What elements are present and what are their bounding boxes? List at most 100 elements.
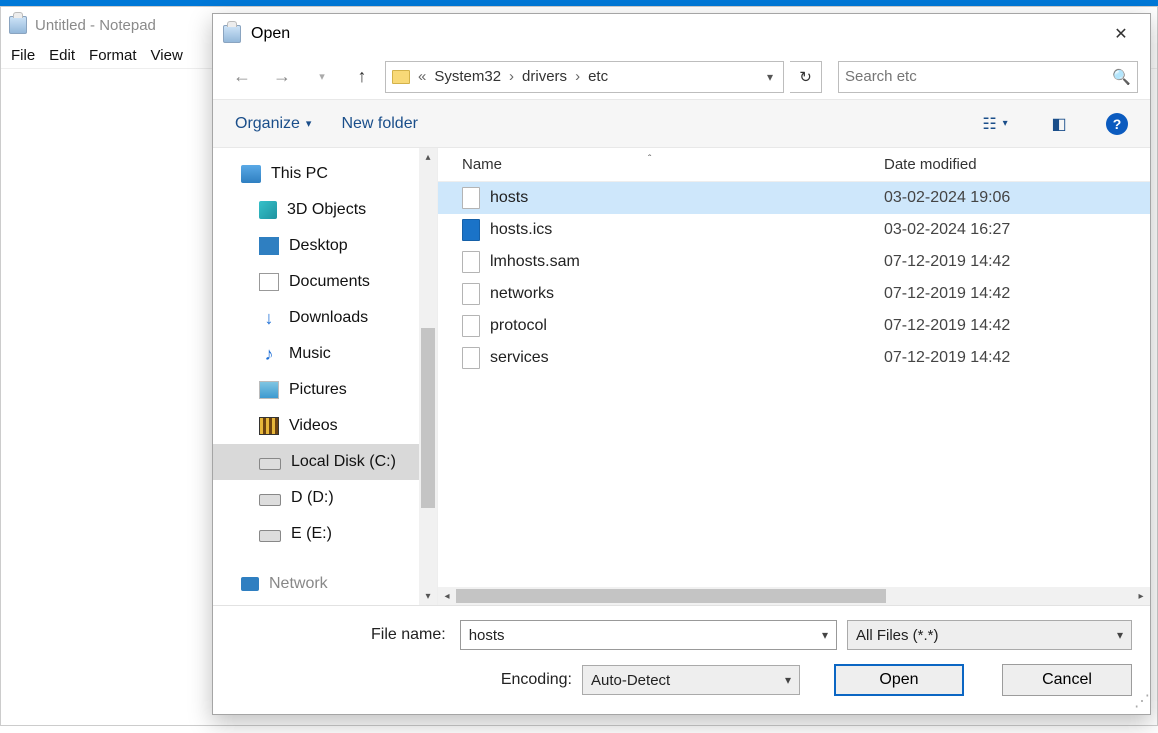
organize-button[interactable]: Organize ▾ xyxy=(235,115,311,133)
chevron-down-icon: ▾ xyxy=(319,70,325,83)
scroll-down-icon[interactable]: ▾ xyxy=(419,587,437,605)
sort-asc-icon: ˆ xyxy=(648,154,651,165)
preview-pane-icon: ◧ xyxy=(1051,114,1066,134)
scroll-thumb[interactable] xyxy=(421,328,435,508)
filetype-filter[interactable]: All Files (*.*) ▾ xyxy=(847,620,1132,650)
search-input[interactable] xyxy=(845,68,1112,85)
view-options-button[interactable]: ☷ ▾ xyxy=(978,110,1012,138)
tree-item-local-disk-c-[interactable]: Local Disk (C:) xyxy=(213,444,437,480)
file-row[interactable]: hosts03-02-2024 19:06 xyxy=(438,182,1150,214)
search-box[interactable]: 🔍 xyxy=(838,61,1138,93)
breadcrumb-part[interactable]: etc xyxy=(588,68,608,85)
column-date[interactable]: Date modified xyxy=(878,156,1150,173)
net-icon xyxy=(241,577,259,591)
organize-label: Organize xyxy=(235,115,300,133)
file-list-header[interactable]: Name ˆ Date modified xyxy=(438,148,1150,182)
dl-icon: ↓ xyxy=(259,309,279,327)
resize-grip[interactable]: ⋰ xyxy=(1134,698,1148,712)
tree-item-label: Downloads xyxy=(289,309,368,327)
forward-button[interactable]: → xyxy=(265,60,299,94)
drv-icon xyxy=(259,458,281,470)
file-name: hosts.ics xyxy=(490,221,552,239)
encoding-select[interactable]: Auto-Detect ▾ xyxy=(582,665,800,695)
new-folder-button[interactable]: New folder xyxy=(341,115,417,133)
dialog-app-icon xyxy=(223,25,241,43)
menu-file[interactable]: File xyxy=(11,47,35,64)
filename-label: File name: xyxy=(371,626,446,644)
recent-dropdown[interactable]: ▾ xyxy=(305,60,339,94)
file-icon xyxy=(462,315,480,337)
new-folder-label: New folder xyxy=(341,115,417,133)
navigation-tree[interactable]: This PC 3D ObjectsDesktop Documents ↓ Downlo… xyxy=(213,148,438,605)
scroll-right-icon[interactable]: ▸ xyxy=(1132,591,1150,602)
search-icon: 🔍 xyxy=(1112,68,1131,86)
tree-item-label: D (D:) xyxy=(291,489,334,507)
cube-icon xyxy=(259,201,277,219)
tree-item-downloads[interactable]: ↓ Downloads xyxy=(213,300,437,336)
file-list-hscroll[interactable]: ◂ ▸ xyxy=(438,587,1150,605)
filename-input[interactable]: hosts ▾ xyxy=(460,620,837,650)
refresh-button[interactable]: ↻ xyxy=(790,61,822,93)
tree-item-label: This PC xyxy=(271,165,328,183)
tree-item-music[interactable]: ♪ Music xyxy=(213,336,437,372)
address-bar[interactable]: « System32 › drivers › etc ▾ xyxy=(385,61,784,93)
file-row[interactable]: networks07-12-2019 14:42 xyxy=(438,278,1150,310)
hscroll-thumb[interactable] xyxy=(456,589,886,603)
open-button-label: Open xyxy=(879,671,918,689)
tree-item-e-e-[interactable]: E (E:) xyxy=(213,516,437,552)
tree-scrollbar[interactable]: ▴ ▾ xyxy=(419,148,437,605)
tree-item-pictures[interactable]: Pictures xyxy=(213,372,437,408)
dialog-navbar: ← → ▾ ↑ « System32 › drivers › etc ▾ ↻ 🔍 xyxy=(213,54,1150,100)
address-dropdown[interactable]: ▾ xyxy=(763,70,777,84)
menu-view[interactable]: View xyxy=(151,47,183,64)
tree-item-network[interactable]: Network xyxy=(213,566,437,602)
file-row[interactable]: lmhosts.sam07-12-2019 14:42 xyxy=(438,246,1150,278)
file-icon xyxy=(462,251,480,273)
tree-item-label: Documents xyxy=(289,273,370,291)
cancel-button[interactable]: Cancel xyxy=(1002,664,1132,696)
music-icon: ♪ xyxy=(259,345,279,363)
filter-value: All Files (*.*) xyxy=(856,627,939,644)
tree-item-this-pc[interactable]: This PC xyxy=(213,156,437,192)
file-date: 07-12-2019 14:42 xyxy=(878,285,1150,303)
open-dialog: Open ✕ ← → ▾ ↑ « System32 › drivers › et… xyxy=(212,13,1151,715)
drv-icon xyxy=(259,530,281,542)
file-row[interactable]: hosts.ics03-02-2024 16:27 xyxy=(438,214,1150,246)
file-rows[interactable]: hosts03-02-2024 19:06hosts.ics03-02-2024… xyxy=(438,182,1150,587)
close-button[interactable]: ✕ xyxy=(1098,18,1144,50)
file-row[interactable]: services07-12-2019 14:42 xyxy=(438,342,1150,374)
menu-format[interactable]: Format xyxy=(89,47,137,64)
menu-edit[interactable]: Edit xyxy=(49,47,75,64)
scroll-left-icon[interactable]: ◂ xyxy=(438,591,456,602)
arrow-right-icon: → xyxy=(273,66,291,87)
back-button[interactable]: ← xyxy=(225,60,259,94)
tree-item-videos[interactable]: Videos xyxy=(213,408,437,444)
dialog-titlebar[interactable]: Open ✕ xyxy=(213,14,1150,54)
folder-icon xyxy=(392,70,410,84)
chevron-down-icon: ▾ xyxy=(1003,118,1008,129)
up-button[interactable]: ↑ xyxy=(345,60,379,94)
help-button[interactable]: ? xyxy=(1106,113,1128,135)
file-date: 07-12-2019 14:42 xyxy=(878,253,1150,271)
column-name[interactable]: Name ˆ xyxy=(438,156,878,173)
tree-item-3d-objects[interactable]: 3D Objects xyxy=(213,192,437,228)
pc-icon xyxy=(241,165,261,183)
preview-pane-button[interactable]: ◧ xyxy=(1042,110,1076,138)
close-icon: ✕ xyxy=(1114,24,1127,44)
scroll-up-icon[interactable]: ▴ xyxy=(419,148,437,166)
tree-item-documents[interactable]: Documents xyxy=(213,264,437,300)
chevron-down-icon[interactable]: ▾ xyxy=(1117,628,1123,642)
chevron-down-icon: ▾ xyxy=(306,117,312,130)
tree-item-label: Videos xyxy=(289,417,338,435)
file-row[interactable]: protocol07-12-2019 14:42 xyxy=(438,310,1150,342)
breadcrumb-part[interactable]: drivers xyxy=(522,68,567,85)
tree-item-d-d-[interactable]: D (D:) xyxy=(213,480,437,516)
tree-item-desktop[interactable]: Desktop xyxy=(213,228,437,264)
chevron-down-icon[interactable]: ▾ xyxy=(822,628,828,642)
open-button[interactable]: Open xyxy=(834,664,964,696)
breadcrumb-part[interactable]: System32 xyxy=(434,68,501,85)
chevron-right-icon: › xyxy=(575,68,580,85)
chevron-down-icon[interactable]: ▾ xyxy=(785,673,791,687)
column-date-label: Date modified xyxy=(884,156,977,173)
tree-item-label: Music xyxy=(289,345,331,363)
